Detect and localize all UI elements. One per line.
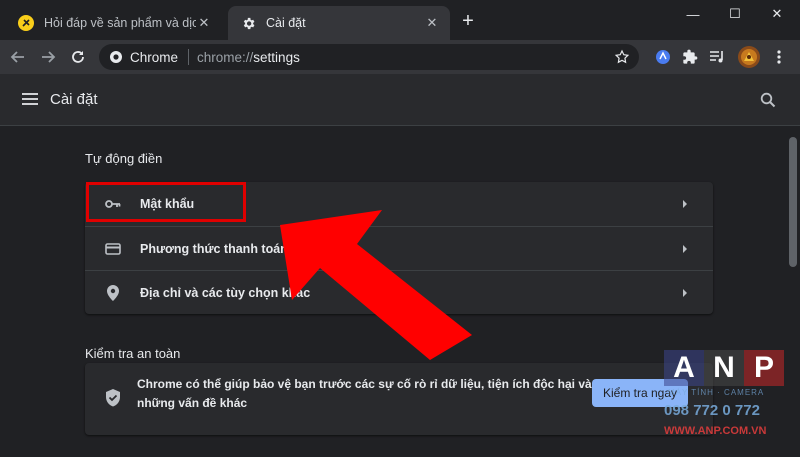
omnibox-divider [188, 49, 190, 65]
payment-methods-row[interactable]: Phương thức thanh toán [85, 226, 713, 270]
hamburger-menu-icon[interactable] [22, 92, 38, 106]
tab-label: Hỏi đáp về sản phẩm và dịch vụ t [44, 16, 196, 30]
menu-kebab-icon[interactable] [770, 48, 788, 66]
addresses-label: Địa chỉ và các tùy chọn khác [140, 285, 311, 300]
back-button[interactable] [6, 45, 30, 69]
arrow-right-icon [42, 51, 56, 63]
watermark-letter: P [744, 350, 784, 386]
browser-toolbar: Chrome chrome://settings [0, 40, 800, 74]
close-window-button[interactable]: ✕ [760, 4, 794, 24]
anp-watermark: A N P MÁY TÍNH · CAMERA 098 772 0 772 WW… [664, 350, 786, 445]
page-scrollbar[interactable] [786, 127, 800, 457]
tab-close-icon[interactable]: ✕ [196, 15, 212, 31]
safety-check-section-title: Kiểm tra an toàn [85, 346, 181, 361]
gear-icon [240, 15, 256, 31]
watermark-subtitle: MÁY TÍNH · CAMERA [668, 388, 765, 397]
bookmark-star-icon[interactable] [613, 48, 631, 66]
chevron-right-icon [683, 288, 687, 297]
avatar[interactable] [738, 46, 760, 68]
addresses-row[interactable]: Địa chỉ và các tùy chọn khác [85, 270, 713, 314]
chrome-chip-label: Chrome [130, 49, 179, 65]
minimize-button[interactable]: — [676, 4, 710, 24]
forward-button[interactable] [36, 45, 60, 69]
scrollbar-thumb[interactable] [789, 137, 797, 267]
search-icon[interactable] [760, 92, 776, 108]
chrome-logo-icon [110, 51, 122, 63]
tab-hoi-dap[interactable]: Hỏi đáp về sản phẩm và dịch vụ t ✕ [10, 6, 222, 40]
new-tab-button[interactable]: + [458, 11, 478, 32]
title-bar: Hỏi đáp về sản phẩm và dịch vụ t ✕ Cài đ… [0, 0, 800, 40]
tab-label: Cài đặt [266, 16, 306, 30]
highlight-box [86, 182, 246, 222]
watermark-letter: A [664, 350, 704, 386]
url-scheme: chrome:// [197, 49, 254, 65]
chrome-chip: Chrome [109, 50, 178, 65]
tab-favicon-icon [18, 15, 34, 31]
url-path: settings [253, 49, 300, 65]
extension-blue-icon[interactable] [654, 48, 672, 66]
payment-methods-label: Phương thức thanh toán [140, 241, 288, 256]
watermark-phone: 098 772 0 772 [664, 402, 760, 419]
chevron-right-icon [683, 244, 687, 253]
reload-icon [72, 51, 84, 63]
url-text[interactable]: chrome://settings [197, 50, 613, 65]
reload-button[interactable] [66, 45, 90, 69]
safety-check-card: Chrome có thể giúp bảo vệ bạn trước các … [85, 363, 713, 435]
tab-close-icon[interactable]: ✕ [424, 15, 440, 31]
page-title: Cài đặt [50, 91, 98, 108]
credit-card-icon [105, 241, 121, 257]
address-bar[interactable]: Chrome chrome://settings [99, 44, 639, 70]
watermark-website: WWW.ANP.COM.VN [664, 425, 767, 437]
puzzle-extensions-icon[interactable] [681, 48, 699, 66]
shield-icon [105, 389, 121, 407]
safety-check-description: Chrome có thể giúp bảo vệ bạn trước các … [137, 377, 592, 410]
settings-header: Cài đặt [0, 74, 800, 126]
chevron-right-icon [683, 200, 687, 208]
tab-settings[interactable]: Cài đặt ✕ [228, 6, 450, 40]
watermark-letter: N [704, 350, 744, 386]
location-pin-icon [105, 284, 121, 301]
autofill-section-title: Tự động điền [85, 151, 163, 166]
arrow-left-icon [10, 51, 24, 63]
media-control-icon[interactable] [709, 48, 727, 66]
watermark-logo: A N P [664, 350, 784, 386]
maximize-button[interactable]: ☐ [718, 4, 752, 24]
